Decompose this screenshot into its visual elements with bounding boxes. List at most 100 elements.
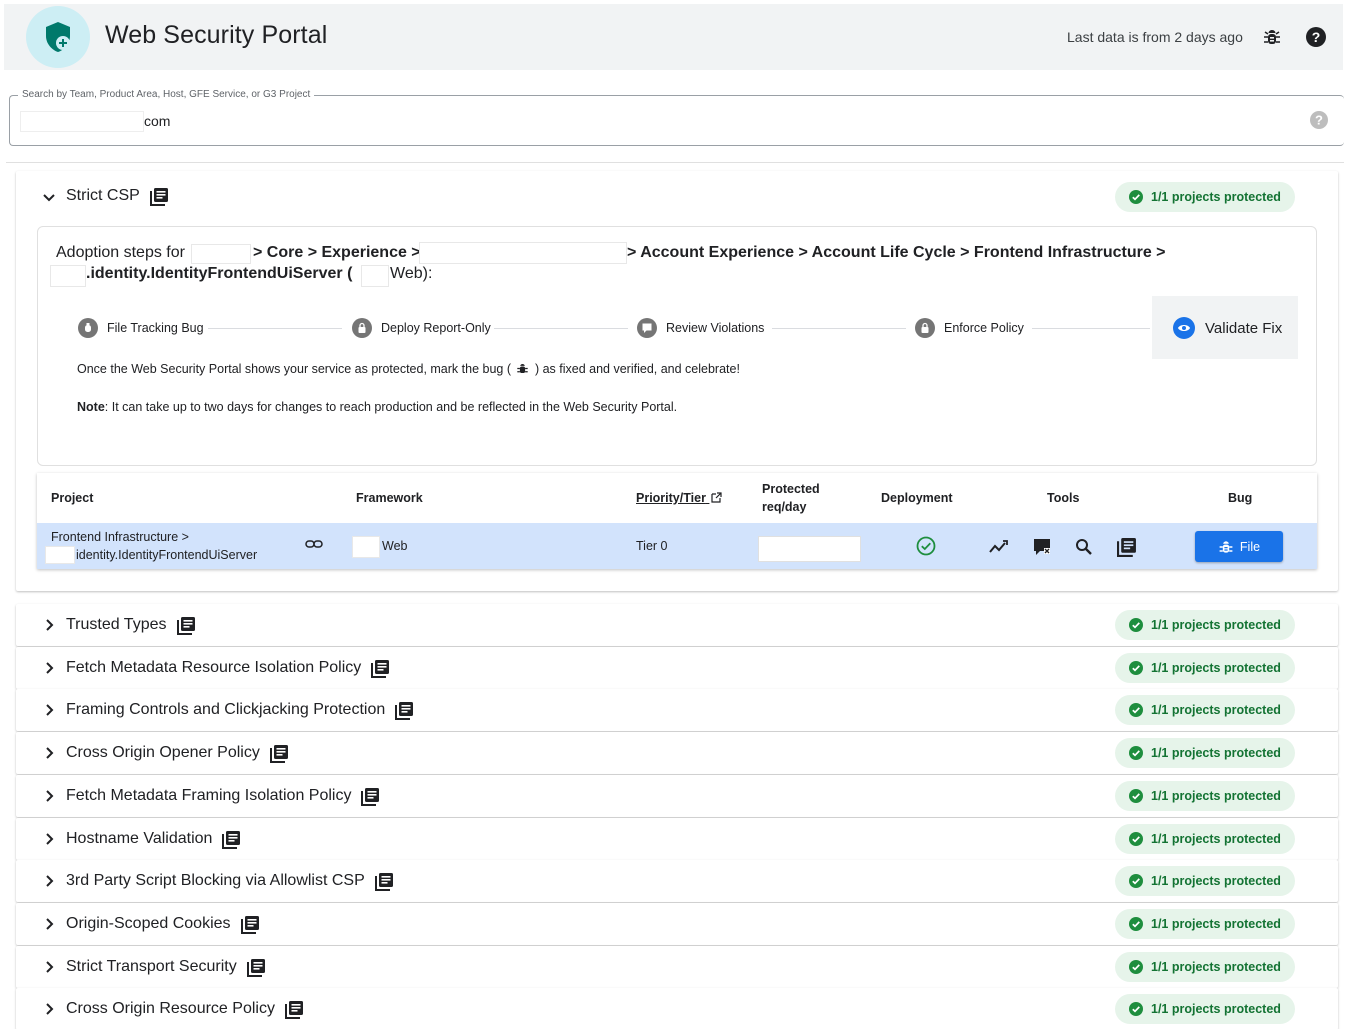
step-label: Deploy Report-Only [381, 321, 491, 335]
documentation-icon[interactable] [361, 787, 380, 806]
priority-label[interactable]: Priority/Tier [636, 491, 706, 505]
adoption-path-2: > Account Experience > Account Life Cycl… [627, 244, 1166, 261]
adoption-path-4: Web): [390, 265, 433, 282]
help-icon[interactable]: ? [1305, 26, 1327, 48]
file-bug-button[interactable]: File [1195, 531, 1283, 562]
chevron-right-icon[interactable] [41, 745, 57, 761]
search-icon[interactable] [1074, 537, 1094, 557]
column-header-tools: Tools [1047, 491, 1080, 505]
adoption-path-1: > Core > Experience > [253, 244, 421, 261]
info-text-start: Once the Web Security Portal shows your … [77, 362, 511, 376]
column-header-framework: Framework [356, 491, 423, 505]
documentation-icon[interactable] [222, 830, 241, 849]
documentation-icon[interactable] [270, 744, 289, 763]
last-data-status: Last data is from 2 days ago [1067, 29, 1243, 45]
policy-title[interactable]: Strict CSP [66, 187, 140, 205]
policy-card[interactable]: Hostname Validation 1/1 projects protecte… [16, 818, 1338, 860]
search-value[interactable]: com [144, 113, 170, 129]
check-circle-icon [1129, 874, 1143, 888]
documentation-icon[interactable] [177, 616, 196, 635]
status-badge: 1/1 projects protected [1115, 653, 1295, 683]
file-bug-label: File [1239, 539, 1261, 554]
adoption-prefix: Adoption steps for [56, 244, 185, 261]
step-validate-fix[interactable]: Validate Fix [1173, 317, 1282, 339]
logo [26, 6, 90, 68]
policy-card[interactable]: Trusted Types 1/1 projects protected [16, 604, 1338, 646]
chevron-right-icon[interactable] [41, 916, 57, 932]
status-badge: 1/1 projects protected [1115, 824, 1295, 854]
chevron-down-icon[interactable] [41, 189, 57, 205]
policy-title[interactable]: Framing Controls and Clickjacking Protec… [66, 701, 385, 719]
report-icon[interactable] [1032, 537, 1052, 557]
policy-title[interactable]: Strict Transport Security [66, 958, 237, 976]
link-icon[interactable] [304, 534, 324, 554]
svg-text:?: ? [1315, 113, 1323, 128]
policy-card[interactable]: 3rd Party Script Blocking via Allowlist … [16, 860, 1338, 902]
column-header-deployment: Deployment [881, 491, 953, 505]
chevron-right-icon[interactable] [41, 617, 57, 633]
policy-title[interactable]: Cross Origin Resource Policy [66, 1000, 275, 1018]
documentation-icon[interactable] [247, 958, 266, 977]
policy-title[interactable]: Trusted Types [66, 616, 167, 634]
step-enforce-policy[interactable]: Enforce Policy [915, 318, 1024, 338]
step-label: Validate Fix [1205, 319, 1283, 337]
column-header-priority[interactable]: Priority/Tier [636, 491, 723, 505]
documentation-icon[interactable] [375, 872, 394, 891]
status-badge: 1/1 projects protected [1115, 909, 1295, 939]
step-connector [772, 328, 906, 329]
project-name-line2: identity.IdentityFrontendUiServer [76, 548, 258, 562]
policy-title[interactable]: 3rd Party Script Blocking via Allowlist … [66, 872, 365, 890]
chevron-right-icon[interactable] [41, 873, 57, 889]
status-text: 1/1 projects protected [1151, 960, 1281, 974]
policy-card[interactable]: Cross Origin Opener Policy 1/1 projects p… [16, 732, 1338, 774]
documentation-icon[interactable] [1117, 537, 1137, 557]
documentation-icon[interactable] [285, 1000, 304, 1019]
policy-title[interactable]: Hostname Validation [66, 830, 212, 848]
chevron-right-icon[interactable] [41, 660, 57, 676]
policy-card[interactable]: Origin-Scoped Cookies 1/1 projects protec… [16, 903, 1338, 945]
status-badge: 1/1 projects protected [1115, 866, 1295, 896]
status-text: 1/1 projects protected [1151, 874, 1281, 888]
column-header-bug: Bug [1228, 491, 1253, 505]
policy-title[interactable]: Fetch Metadata Framing Isolation Policy [66, 787, 351, 805]
step-review-violations[interactable]: Review Violations [637, 318, 764, 338]
policy-title[interactable]: Origin-Scoped Cookies [66, 915, 231, 933]
external-link-icon[interactable] [711, 492, 723, 503]
status-text: 1/1 projects protected [1151, 832, 1281, 846]
svg-text:?: ? [1312, 29, 1321, 45]
chevron-right-icon[interactable] [41, 1001, 57, 1017]
documentation-icon[interactable] [371, 659, 390, 678]
chevron-right-icon[interactable] [41, 831, 57, 847]
chevron-right-icon[interactable] [41, 788, 57, 804]
search-input[interactable] [9, 95, 1344, 146]
check-circle-icon [1129, 789, 1143, 803]
documentation-icon[interactable] [150, 187, 169, 206]
step-file-tracking-bug[interactable]: File Tracking Bug [78, 318, 204, 338]
bug-icon [517, 363, 529, 374]
documentation-icon[interactable] [395, 701, 414, 720]
note-text: Note: It can take up to two days for cha… [77, 400, 677, 414]
policy-card[interactable]: Fetch Metadata Framing Isolation Policy 1… [16, 775, 1338, 817]
trend-chart-icon[interactable] [989, 537, 1009, 557]
info-text-end: ) as fixed and verified, and celebrate! [534, 362, 740, 376]
check-circle-icon [1129, 190, 1143, 204]
status-text: 1/1 projects protected [1151, 190, 1281, 204]
bug-icon[interactable] [1262, 27, 1282, 47]
documentation-icon[interactable] [241, 915, 260, 934]
help-icon[interactable]: ? [1309, 110, 1329, 130]
lock-icon [352, 318, 372, 338]
policy-title[interactable]: Fetch Metadata Resource Isolation Policy [66, 659, 361, 677]
chevron-right-icon[interactable] [41, 702, 57, 718]
search-redacted [20, 111, 144, 132]
column-header-protected-unit: req/day [762, 500, 807, 514]
status-badge: 1/1 projects protected [1115, 695, 1295, 725]
policy-title[interactable]: Cross Origin Opener Policy [66, 744, 260, 762]
step-label: Enforce Policy [944, 321, 1024, 335]
policy-card[interactable]: Fetch Metadata Resource Isolation Policy… [16, 647, 1338, 689]
step-deploy-report-only[interactable]: Deploy Report-Only [352, 318, 491, 338]
chevron-right-icon[interactable] [41, 959, 57, 975]
policy-card[interactable]: Framing Controls and Clickjacking Protec… [16, 689, 1338, 731]
policy-card[interactable]: Strict Transport Security 1/1 projects pr… [16, 946, 1338, 988]
check-circle-icon [1129, 661, 1143, 675]
policy-card[interactable]: Cross Origin Resource Policy 1/1 projects… [16, 988, 1338, 1029]
